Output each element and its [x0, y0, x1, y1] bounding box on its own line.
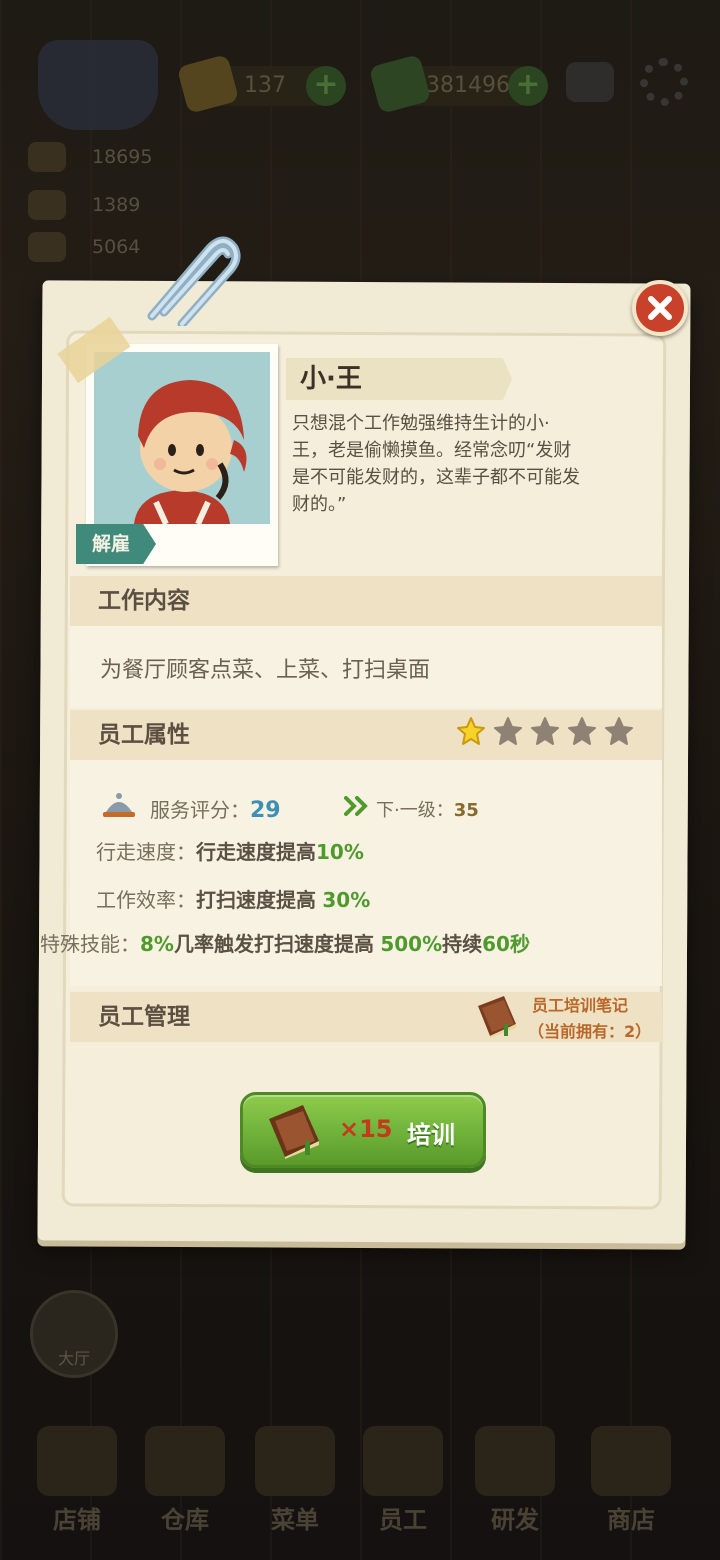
star-empty-icon [568, 717, 596, 745]
gear-icon[interactable] [640, 58, 688, 106]
nav-store[interactable]: 商店 [576, 1420, 686, 1540]
next-level-line: 下·一级：35 [376, 800, 479, 821]
star-rating [456, 716, 641, 748]
walk-speed-line: 行走速度：行走速度提高10% [96, 840, 364, 864]
money-icon [368, 54, 432, 114]
training-book-icon [478, 996, 516, 1038]
restaurant-badge-icon [38, 40, 158, 130]
train-cost: ×15 [339, 1115, 393, 1143]
bottom-nav: 店铺 仓库 菜单 员工 研发 商店 [0, 1420, 720, 1560]
employee-portrait [94, 352, 270, 524]
research-icon [475, 1426, 555, 1496]
training-notes-info: 员工培训笔记 （当前拥有：2） [472, 992, 662, 1044]
dismiss-button[interactable]: 解雇 [76, 524, 156, 564]
service-tray-icon [103, 793, 135, 817]
nav-menu[interactable]: 菜单 [240, 1420, 350, 1540]
nav-staff[interactable]: 员工 [348, 1420, 458, 1540]
customer-icon [28, 190, 66, 220]
close-icon [648, 296, 672, 320]
training-book-icon [269, 1105, 319, 1159]
next-level-value: 35 [453, 800, 479, 821]
gem-icon [176, 54, 240, 114]
gem-count: 137 [244, 73, 286, 98]
special-skill-line: 特殊技能：8%几率触发打扫速度提高 500%持续60秒 [40, 932, 530, 956]
dish-icon [28, 142, 66, 172]
employee-description: 只想混个工作勉强维持生计的小·王，老是偷懒摸鱼。经常念叨“发财是不可能发财的，这… [292, 413, 580, 515]
add-gems-button[interactable]: + [306, 66, 346, 106]
train-label: 培训 [407, 1121, 455, 1149]
employee-avatar-icon [94, 352, 270, 524]
gem-counter: 137 + [176, 54, 346, 114]
efficiency-line: 工作效率：打扫速度提高 30% [96, 888, 371, 912]
employee-name: 小·王 [286, 358, 512, 400]
star-empty-icon [605, 717, 633, 745]
cash-icon [28, 232, 66, 262]
stat-row-2: 1389 [0, 186, 260, 224]
camera-icon[interactable] [566, 62, 614, 102]
nav-warehouse[interactable]: 仓库 [130, 1420, 240, 1540]
nav-research[interactable]: 研发 [460, 1420, 570, 1540]
store-icon [591, 1426, 671, 1496]
star-empty-icon [494, 717, 522, 745]
work-content-header: 工作内容 [70, 576, 662, 626]
stat-row-1: 18695 [0, 138, 260, 176]
menu-icon [255, 1426, 335, 1496]
star-empty-icon [531, 717, 559, 745]
add-money-button[interactable]: + [508, 66, 548, 106]
warehouse-icon [145, 1426, 225, 1496]
staff-icon [363, 1426, 443, 1496]
paperclip-icon [147, 236, 241, 326]
close-button[interactable] [632, 280, 688, 336]
star-filled-icon [457, 717, 485, 745]
hall-button[interactable]: 大厅 [30, 1290, 118, 1378]
service-score-line: 服务评分：29 [150, 798, 281, 823]
top-hud: 137 + 3814967 + [0, 0, 720, 130]
nav-shop-front[interactable]: 店铺 [22, 1420, 132, 1540]
double-chevron-icon [344, 796, 368, 816]
work-content-text: 为餐厅顾客点菜、上菜、打扫桌面 [100, 658, 431, 683]
service-score: 29 [250, 798, 281, 823]
shop-icon [37, 1426, 117, 1496]
train-button[interactable]: ×15 培训 [240, 1092, 486, 1168]
money-counter: 3814967 + [368, 54, 548, 114]
